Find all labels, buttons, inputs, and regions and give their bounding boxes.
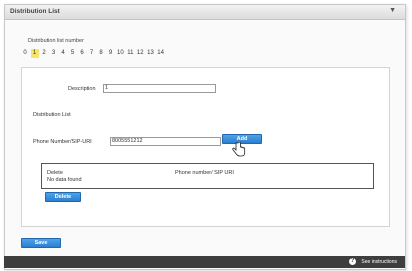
save-button[interactable]: Save xyxy=(21,238,61,248)
list-number-option[interactable]: 1 xyxy=(30,49,39,58)
footer-bar: ? See instructions xyxy=(4,256,405,268)
list-number-option[interactable]: 11 xyxy=(126,49,134,58)
list-number-option[interactable]: 2 xyxy=(40,49,48,58)
list-number-option[interactable]: 13 xyxy=(146,49,155,58)
list-number-selector: 0 1 2 3 4 5 6 7 8 9 10 11 12 13 14 xyxy=(21,49,166,58)
window-titlebar: Distribution List ▼ xyxy=(5,5,405,20)
window-title: Distribution List xyxy=(10,8,60,15)
phone-label: Phone Number/SIP-URI xyxy=(33,139,92,145)
phone-input[interactable]: 8005551212 xyxy=(110,137,221,146)
column-header-phone: Phone number/ SIP URI xyxy=(175,170,234,176)
list-number-option[interactable]: 5 xyxy=(69,49,77,58)
see-instructions-link[interactable]: See instructions xyxy=(361,259,397,265)
collapse-icon[interactable]: ▼ xyxy=(389,7,396,14)
list-number-option[interactable]: 3 xyxy=(50,49,58,58)
hand-cursor-icon xyxy=(232,142,246,157)
list-number-label: Distribution list number xyxy=(28,38,84,44)
list-number-option[interactable]: 7 xyxy=(88,49,96,58)
empty-table-message: No data found xyxy=(47,177,82,183)
column-header-delete: Delete xyxy=(47,170,63,176)
info-icon[interactable]: ? xyxy=(349,258,356,265)
list-number-option[interactable]: 0 xyxy=(21,49,29,58)
description-label: Description xyxy=(68,86,96,92)
list-number-option[interactable]: 9 xyxy=(107,49,115,58)
list-number-option[interactable]: 6 xyxy=(78,49,86,58)
list-number-option[interactable]: 10 xyxy=(116,49,125,58)
delete-button[interactable]: Delete xyxy=(45,192,81,202)
list-number-option[interactable]: 14 xyxy=(156,49,165,58)
list-number-option[interactable]: 4 xyxy=(59,49,67,58)
list-number-option[interactable]: 8 xyxy=(97,49,105,58)
list-number-option[interactable]: 12 xyxy=(136,49,145,58)
description-input[interactable]: 1 xyxy=(103,84,216,93)
distribution-list-label: Distribution List xyxy=(33,112,71,118)
distribution-table xyxy=(41,163,374,189)
